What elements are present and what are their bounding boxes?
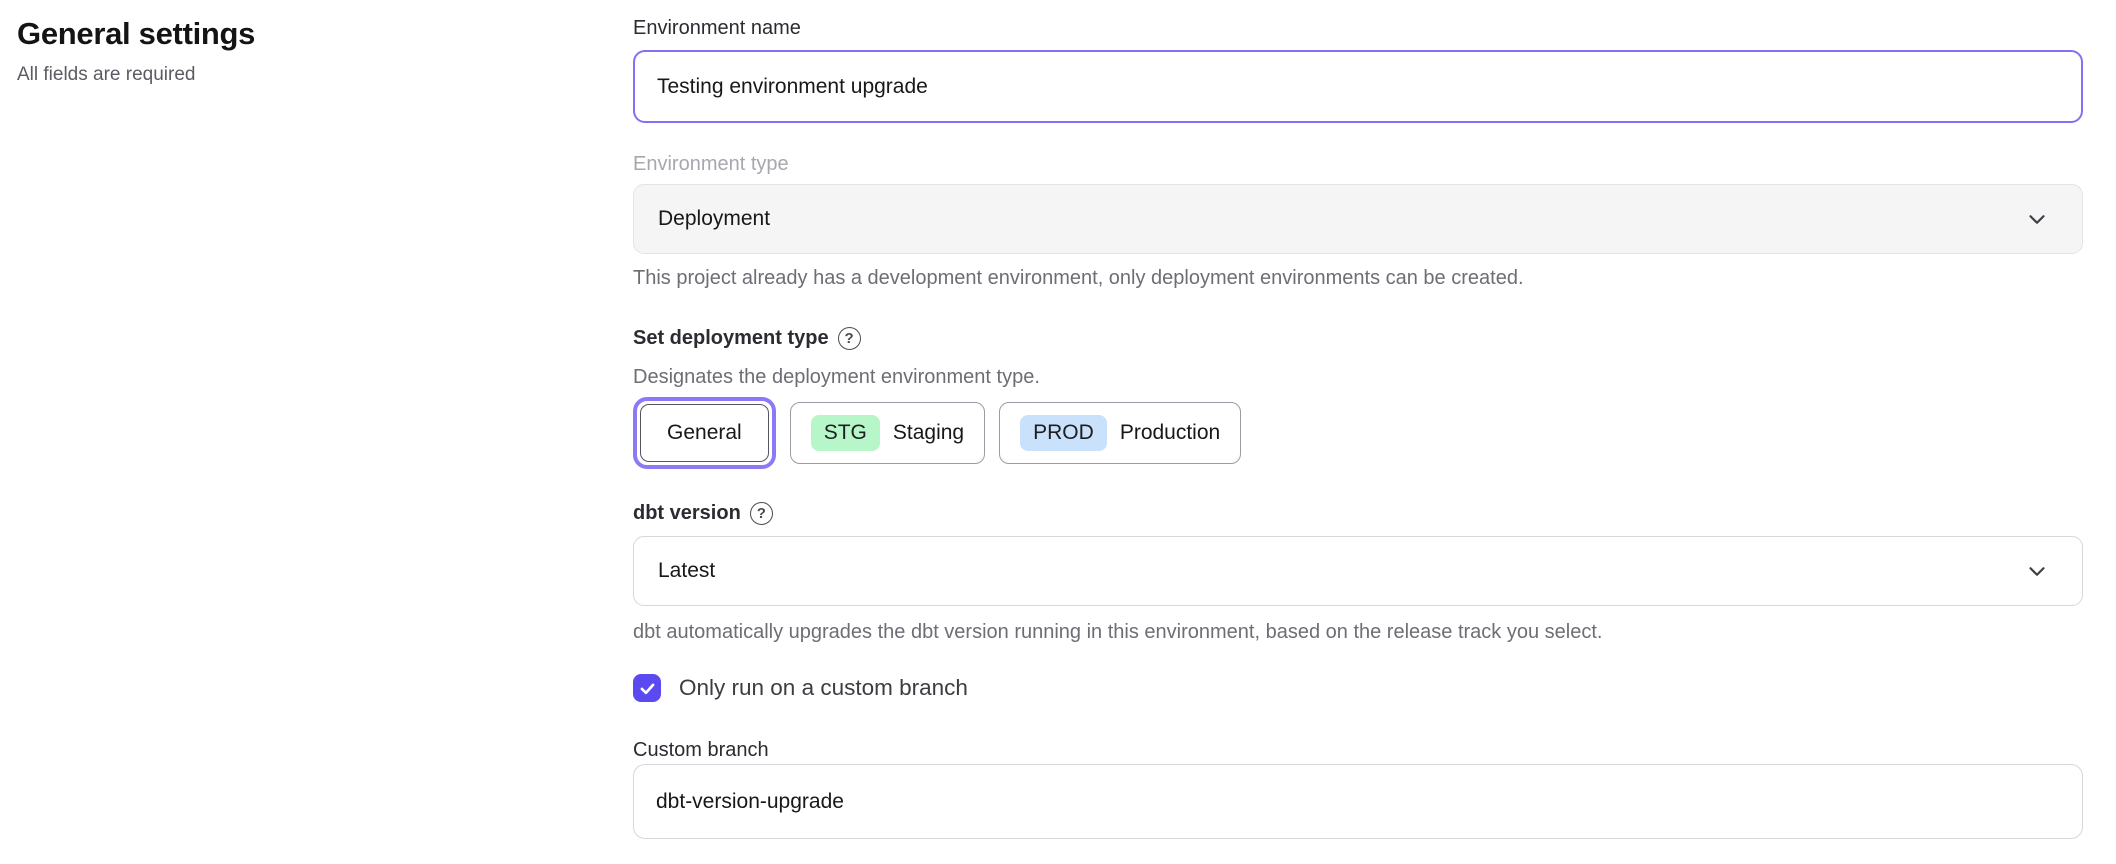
dbt-version-label-row: dbt version ? <box>633 499 2083 527</box>
environment-type-value: Deployment <box>658 207 770 231</box>
staging-badge: STG <box>811 415 880 451</box>
help-icon[interactable]: ? <box>750 502 773 525</box>
chevron-down-icon <box>2024 206 2050 232</box>
environment-name-input[interactable] <box>633 50 2083 123</box>
dbt-version-value: Latest <box>658 559 715 583</box>
environment-type-label: Environment type <box>633 150 2083 178</box>
settings-header: General settings All fields are required <box>17 16 617 86</box>
deployment-option-general[interactable]: General <box>640 404 769 462</box>
custom-branch-toggle-label: Only run on a custom branch <box>679 675 968 701</box>
deployment-option-staging[interactable]: STG Staging <box>790 402 985 464</box>
deployment-option-general-label: General <box>667 421 742 445</box>
deployment-type-label: Set deployment type <box>633 324 829 352</box>
deployment-type-description: Designates the deployment environment ty… <box>633 363 2083 391</box>
deployment-option-general-selected-ring: General <box>633 397 776 469</box>
dbt-version-helper: dbt automatically upgrades the dbt versi… <box>633 618 2083 646</box>
environment-type-select: Deployment <box>633 184 2083 254</box>
checkbox-checked[interactable] <box>633 674 661 702</box>
deployment-option-production[interactable]: PROD Production <box>999 402 1241 464</box>
deployment-type-label-row: Set deployment type ? <box>633 324 2083 352</box>
page-subtitle: All fields are required <box>17 64 617 86</box>
deployment-option-production-label: Production <box>1120 421 1220 445</box>
deployment-type-options: General STG Staging PROD Production <box>633 397 2083 469</box>
production-badge: PROD <box>1020 415 1107 451</box>
custom-branch-toggle[interactable]: Only run on a custom branch <box>633 674 2083 702</box>
chevron-down-icon <box>2024 558 2050 584</box>
environment-type-helper: This project already has a development e… <box>633 264 2083 292</box>
help-icon[interactable]: ? <box>838 327 861 350</box>
custom-branch-label: Custom branch <box>633 736 2083 764</box>
deployment-option-staging-label: Staging <box>893 421 964 445</box>
dbt-version-label: dbt version <box>633 499 741 527</box>
page-title: General settings <box>17 16 617 52</box>
environment-name-label: Environment name <box>633 14 2083 42</box>
check-icon <box>638 679 657 698</box>
dbt-version-select[interactable]: Latest <box>633 536 2083 606</box>
environment-settings-form: Environment name Environment type Deploy… <box>633 0 2083 839</box>
custom-branch-input[interactable] <box>633 764 2083 839</box>
